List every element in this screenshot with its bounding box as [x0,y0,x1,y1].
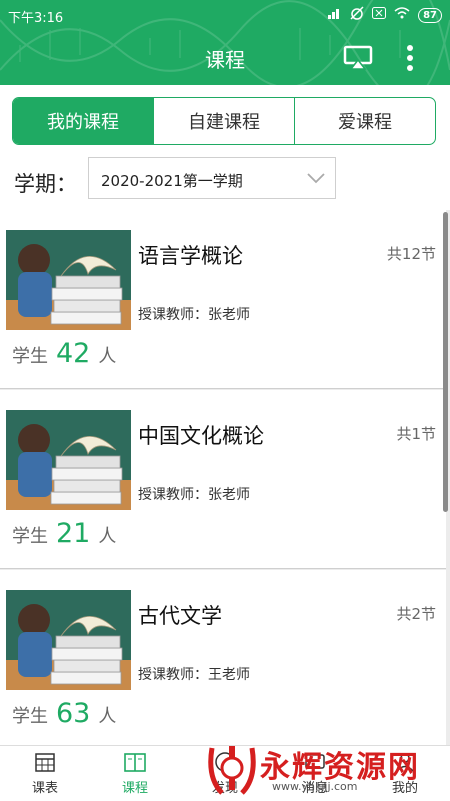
course-card[interactable]: 语言学概论 共12节 授课教师：张老师 学生 42 人 [0,210,446,389]
course-students: 学生 63 人 [12,698,116,729]
tab-self-built-courses[interactable]: 自建课程 [153,98,294,144]
page-title: 课程 [205,48,245,72]
course-lesson-count: 共1节 [396,425,436,443]
course-name: 古代文学 [138,604,222,628]
chevron-down-icon [307,173,325,184]
course-teacher: 授课教师：张老师 [138,307,250,323]
compass-icon [215,752,235,772]
nav-item-schedule[interactable]: 课表 [0,746,90,801]
students-count: 42 [56,338,91,369]
course-list: 语言学概论 共12节 授课教师：张老师 学生 42 人 中国文化概论 共1节 授 [0,210,450,745]
signal-icon [328,7,342,23]
course-students: 学生 21 人 [12,518,116,549]
app-header: 下午3:16 87 课程 [0,0,450,85]
sim-icon [372,7,387,23]
term-select[interactable]: 2020-2021第一学期 [88,157,336,199]
tab-icourse[interactable]: 爱课程 [294,98,435,144]
course-lesson-count: 共12节 [386,245,436,263]
list-scrollbar[interactable] [443,212,448,512]
calendar-icon [35,753,55,772]
course-students: 学生 42 人 [12,338,116,369]
status-time: 下午3:16 [8,11,64,26]
more-vert-icon[interactable] [400,44,420,72]
nav-label: 课程 [121,781,148,796]
course-card[interactable]: 中国文化概论 共1节 授课教师：张老师 学生 21 人 [0,390,446,569]
course-teacher: 授课教师：王老师 [138,667,250,683]
students-label: 学生 [12,706,48,727]
user-icon [396,753,414,772]
course-tabs: 我的课程 自建课程 爱课程 [12,97,436,145]
nav-label: 我的 [391,781,418,796]
students-unit: 人 [98,706,117,727]
nav-label: 消息 [301,781,328,796]
nav-item-me[interactable]: 我的 [360,746,450,801]
course-card[interactable]: 古代文学 共2节 授课教师：王老师 学生 63 人 [0,570,446,745]
tab-my-courses[interactable]: 我的课程 [13,98,153,144]
battery-indicator: 87 [418,7,442,23]
students-unit: 人 [98,526,117,547]
course-name: 中国文化概论 [138,424,264,448]
students-unit: 人 [98,346,117,367]
bottom-nav: 课表 课程 发现 消息 我的 [0,745,450,801]
term-value: 2020-2021第一学期 [101,172,243,190]
wifi-icon [394,7,410,23]
course-thumbnail [6,230,131,330]
course-thumbnail [6,590,131,690]
nav-label: 课表 [31,781,58,796]
nav-item-discover[interactable]: 发现 [180,746,270,801]
status-bar: 下午3:16 87 [0,0,450,30]
alarm-off-icon [350,6,364,24]
cast-icon[interactable] [343,45,373,71]
book-icon [124,753,146,772]
nav-item-courses[interactable]: 课程 [90,746,180,801]
course-name: 语言学概论 [138,244,243,268]
nav-item-messages[interactable]: 消息 [270,746,360,801]
students-label: 学生 [12,346,48,367]
course-thumbnail [6,410,131,510]
students-label: 学生 [12,526,48,547]
nav-label: 发现 [211,781,238,796]
students-count: 21 [56,518,91,549]
message-icon [305,754,325,769]
students-count: 63 [56,698,91,729]
course-teacher: 授课教师：张老师 [138,487,250,503]
course-lesson-count: 共2节 [396,605,436,623]
term-label: 学期： [14,172,77,196]
